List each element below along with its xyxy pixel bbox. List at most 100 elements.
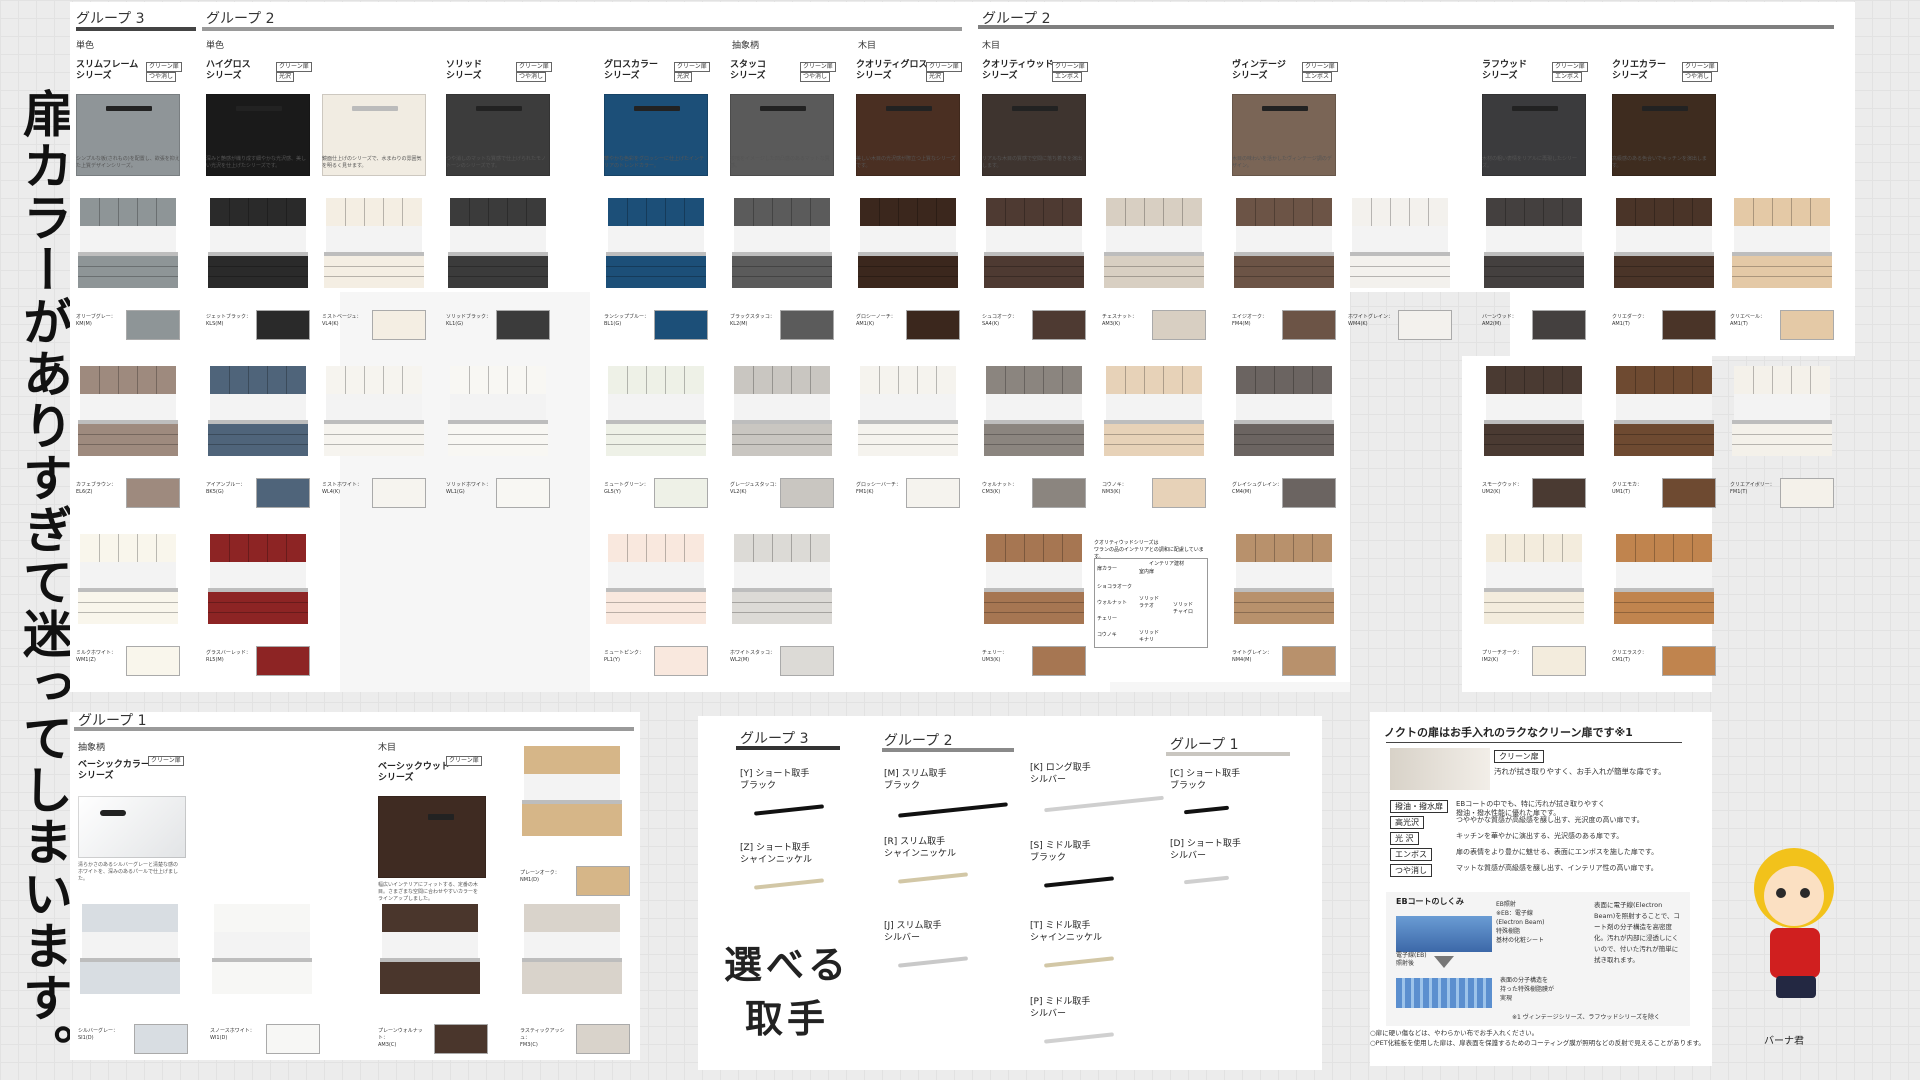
cabinet-seam — [1654, 366, 1655, 394]
series-description: 木材の粗い表情をリアルに再現したシリーズ。 — [1482, 156, 1577, 169]
color-swatch — [1032, 310, 1086, 340]
kitchen-card — [1482, 196, 1586, 290]
cabinet-seam — [1692, 198, 1693, 226]
drawer-seam — [1614, 276, 1714, 277]
cabinet-seam — [1791, 198, 1792, 226]
kitchen-backsplash — [326, 226, 422, 252]
kitchen-lower-cabinets — [732, 592, 832, 624]
cabinet-seam — [488, 198, 489, 226]
color-name: ソリッドホワイト： WL1(G) — [446, 482, 492, 495]
color-name: バーンウッド： AM2(M) — [1482, 314, 1517, 327]
cabinet-seam — [1654, 198, 1655, 226]
cabinet-seam — [1043, 534, 1044, 562]
drawer-seam — [858, 276, 958, 277]
interior-table-cell-3: ソリッド キナリ — [1139, 630, 1160, 643]
kitchen-upper-cabinets — [986, 198, 1082, 226]
series-name: グロスカラー シリーズ — [604, 60, 659, 81]
kitchen-backsplash — [80, 226, 176, 252]
handle-icon — [886, 106, 932, 111]
series-name: ラフウッド シリーズ — [1482, 60, 1528, 81]
kitchen-lower-cabinets — [1484, 592, 1584, 624]
drawer-seam — [984, 266, 1084, 267]
drawer-seam — [858, 434, 958, 435]
cabinet-seam — [1182, 366, 1183, 394]
g1-door-basic-color — [78, 796, 186, 858]
cabinet-seam — [1255, 198, 1256, 226]
cabinet-seam — [1543, 366, 1544, 394]
drawer-seam — [208, 612, 308, 613]
color-swatch — [1662, 310, 1716, 340]
cabinet-seam — [1692, 366, 1693, 394]
g1-badge-clean-1: クリーン扉 — [148, 756, 184, 766]
kitchen-upper-cabinets — [80, 198, 176, 226]
kitchen-backsplash — [214, 932, 310, 958]
color-name: カフェブラウン： EL6(Z) — [76, 482, 117, 495]
series-name: ソリッド シリーズ — [446, 60, 483, 81]
kitchen-backsplash — [986, 394, 1082, 420]
kitchen-backsplash — [1236, 226, 1332, 252]
group3-heading: グループ 3 — [76, 11, 145, 27]
cabinet-seam — [507, 366, 508, 394]
cabinet-seam — [267, 198, 268, 226]
kitchen-lower-cabinets — [448, 424, 548, 456]
color-swatch — [1662, 646, 1716, 676]
subhead-abstract: 抽象柄 — [732, 41, 760, 51]
kitchen-lower-cabinets — [1234, 592, 1334, 624]
color-swatch — [654, 646, 708, 676]
series-name: スリムフレーム シリーズ — [76, 60, 139, 81]
kitchen-lower-cabinets — [212, 962, 312, 994]
clean-row-desc: 扉の表情をより豊かに魅せる、表面にエンボスを施した扉です。 — [1456, 848, 1659, 856]
handles-group3: グループ 3 — [740, 731, 809, 747]
series-description: 漆喰をイメージした凹凸感のあるマットな質感。 — [730, 156, 830, 169]
color-name: グロシーノーチ： AM1(K) — [856, 314, 896, 327]
color-swatch — [1780, 310, 1834, 340]
drawer-seam — [324, 434, 424, 435]
kitchen-lower-cabinets — [1732, 424, 1832, 456]
kitchen-lower-cabinets — [1614, 592, 1714, 624]
color-swatch — [372, 478, 426, 508]
drawer-seam — [984, 276, 1084, 277]
color-swatch — [1282, 478, 1336, 508]
drawer-seam — [1484, 434, 1584, 435]
drawer-seam — [208, 266, 308, 267]
kitchen-backsplash — [1734, 226, 1830, 252]
drawer-seam — [78, 266, 178, 267]
eb-before-label: 電子線(EB) 照射後 — [1396, 952, 1427, 967]
drawer-seam — [1234, 434, 1334, 435]
g1-color-swatch — [266, 1024, 320, 1054]
drawer-seam — [78, 602, 178, 603]
kitchen-card — [1102, 364, 1206, 458]
kitchen-upper-cabinets — [1236, 366, 1332, 394]
cabinet-seam — [1371, 198, 1372, 226]
cabinet-seam — [137, 534, 138, 562]
cabinet-seam — [364, 366, 365, 394]
clean-row-key: 光 沢 — [1390, 832, 1419, 845]
color-name: ランシップブルー： BL1(G) — [604, 314, 650, 327]
color-name: チェリー： UM3(K) — [982, 650, 1008, 663]
kitchen-upper-cabinets — [450, 198, 546, 226]
series-name: ヴィンテージ シリーズ — [1232, 60, 1286, 81]
kitchen-lower-cabinets — [522, 804, 622, 836]
cabinet-seam — [665, 198, 666, 226]
cabinet-seam — [1024, 366, 1025, 394]
kitchen-card — [76, 532, 180, 626]
drawer-seam — [1234, 612, 1334, 613]
cabinet-seam — [526, 198, 527, 226]
kitchen-backsplash — [1352, 226, 1448, 252]
kitchen-upper-cabinets — [1486, 198, 1582, 226]
series-name: クリエカラー シリーズ — [1612, 60, 1667, 81]
kitchen-lower-cabinets — [606, 256, 706, 288]
kitchen-card — [206, 532, 310, 626]
group2-right-rule — [978, 25, 1834, 29]
cabinet-seam — [248, 534, 249, 562]
drawer-seam — [208, 434, 308, 435]
g1-color-name: スノースホワイト： WI1(D) — [210, 1028, 255, 1041]
drawer-seam — [1484, 602, 1584, 603]
drawer-seam — [324, 276, 424, 277]
cabinet-seam — [1505, 366, 1506, 394]
handle-label: [K] ロング取手 シルバー — [1030, 763, 1091, 785]
cabinet-seam — [1428, 198, 1429, 226]
series-badge-clean: クリーン扉 — [276, 62, 312, 72]
kitchen-lower-cabinets — [78, 592, 178, 624]
series-badge-finish: エンボス — [1302, 72, 1333, 82]
